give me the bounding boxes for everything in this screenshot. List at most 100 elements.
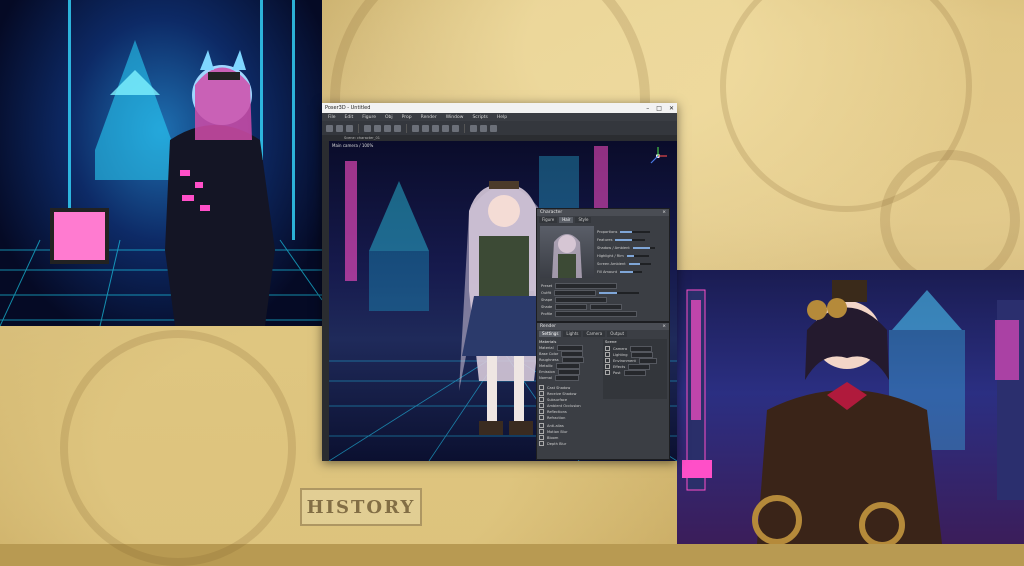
slider-row[interactable]: Proportions <box>597 229 651 234</box>
material-row[interactable]: Metallic <box>539 362 580 369</box>
field-row[interactable]: Outfit <box>541 289 640 296</box>
scene-row[interactable]: Camera <box>605 345 653 352</box>
scene-row[interactable]: Lighting <box>605 351 653 358</box>
outfit-field[interactable] <box>554 289 597 296</box>
shape-field[interactable] <box>555 296 608 303</box>
field-row[interactable]: Shape <box>541 296 608 303</box>
option-checkbox[interactable]: Ambient Occlusion <box>539 403 581 408</box>
materials-column: Materials Material Base Color Roughness … <box>539 339 601 457</box>
slider[interactable] <box>599 291 640 294</box>
tool-icon[interactable] <box>394 124 401 132</box>
option-checkbox[interactable]: Depth Blur <box>539 441 566 446</box>
tool-icon[interactable] <box>346 124 353 132</box>
character-panel-tabs: Figure Hair Style <box>537 216 669 224</box>
option-checkbox[interactable]: Cast Shadow <box>539 385 570 390</box>
character-panel[interactable]: Character × Figure Hair Style Proportion… <box>536 208 670 322</box>
preset-field[interactable] <box>555 282 618 289</box>
orientation-gizmo-icon[interactable] <box>647 145 669 167</box>
tab-camera[interactable]: Camera <box>583 331 606 337</box>
menu-obj[interactable]: Obj <box>385 115 393 120</box>
field-row[interactable]: Preset <box>541 282 618 289</box>
render-panel[interactable]: Render × Settings Lights Camera Output M… <box>536 322 670 460</box>
material-row[interactable]: Base Color <box>539 350 584 357</box>
tool-icon[interactable] <box>374 124 381 132</box>
material-row[interactable]: Normal <box>539 374 580 381</box>
tool-icon[interactable] <box>490 124 497 132</box>
tool-icon[interactable] <box>326 124 333 132</box>
slider[interactable] <box>632 246 655 249</box>
tab-hair[interactable]: Hair <box>559 217 574 223</box>
slider-row[interactable]: Fill Amount <box>597 269 643 274</box>
tool-icon[interactable] <box>432 124 439 132</box>
slider[interactable] <box>620 270 643 273</box>
app-window[interactable]: Poser3D - Untitled – □ ✕ File Edit Figur… <box>322 103 677 461</box>
material-row[interactable]: Emission <box>539 368 580 375</box>
tab-style[interactable]: Style <box>575 217 592 223</box>
tool-icon[interactable] <box>336 124 343 132</box>
minimize-button[interactable]: – <box>646 105 649 112</box>
scene-row[interactable]: Effects <box>605 363 651 370</box>
scene-row[interactable]: Environment <box>605 357 657 364</box>
render-panel-tabs: Settings Lights Camera Output <box>537 330 669 338</box>
cyber-girl-illustration <box>0 0 322 326</box>
option-checkbox[interactable]: Bloom <box>539 435 558 440</box>
close-button[interactable]: ✕ <box>669 105 674 112</box>
slider-row[interactable]: Screen Ambient <box>597 261 651 266</box>
option-checkbox[interactable]: Motion Blur <box>539 429 568 434</box>
tab-figure[interactable]: Figure <box>539 217 558 223</box>
shade-field[interactable] <box>555 303 588 310</box>
tool-icon[interactable] <box>442 124 449 132</box>
shade-field[interactable] <box>590 303 623 310</box>
character-panel-header[interactable]: Character × <box>537 209 669 216</box>
option-checkbox[interactable]: Refraction <box>539 415 565 420</box>
menu-window[interactable]: Window <box>446 115 464 120</box>
option-checkbox[interactable]: Reflections <box>539 409 567 414</box>
slider[interactable] <box>626 254 649 257</box>
scene-row[interactable]: Post <box>605 369 646 376</box>
profile-field[interactable] <box>555 310 638 317</box>
render-panel-header[interactable]: Render × <box>537 323 669 330</box>
menu-prop[interactable]: Prop <box>402 115 412 120</box>
tool-icon[interactable] <box>412 124 419 132</box>
slider[interactable] <box>628 262 651 265</box>
slider[interactable] <box>620 230 651 233</box>
menu-figure[interactable]: Figure <box>362 115 376 120</box>
menu-render[interactable]: Render <box>421 115 437 120</box>
character-panel-title: Character <box>540 210 563 215</box>
field-row[interactable]: Shade <box>541 303 623 310</box>
tab-output[interactable]: Output <box>607 331 628 337</box>
option-checkbox[interactable]: Receive Shadow <box>539 391 576 396</box>
menu-file[interactable]: File <box>328 115 336 120</box>
steampunk-girl-artwork <box>677 270 1024 544</box>
scene-field[interactable] <box>623 369 646 376</box>
tab-lights[interactable]: Lights <box>563 331 582 337</box>
left-tool-strip[interactable] <box>322 141 329 461</box>
tool-icon[interactable] <box>480 124 487 132</box>
steampunk-girl-illustration <box>682 280 1024 544</box>
material-row[interactable]: Roughness <box>539 356 584 363</box>
menu-edit[interactable]: Edit <box>345 115 354 120</box>
tool-icon[interactable] <box>384 124 391 132</box>
tool-icon[interactable] <box>364 124 371 132</box>
maximize-button[interactable]: □ <box>656 105 662 112</box>
panel-close-icon[interactable]: × <box>662 210 666 215</box>
tool-icon[interactable] <box>452 124 459 132</box>
slider-row[interactable]: Features <box>597 237 646 242</box>
field-row[interactable]: Profile <box>541 310 638 317</box>
option-checkbox[interactable]: Subsurface <box>539 397 567 402</box>
material-row[interactable]: Material <box>539 344 583 351</box>
tab-settings[interactable]: Settings <box>539 331 562 337</box>
menu-scripts[interactable]: Scripts <box>472 115 487 120</box>
title-bar[interactable]: Poser3D - Untitled – □ ✕ <box>322 103 677 113</box>
character-thumbnail-image <box>552 234 582 278</box>
document-tab-label: Scene: character_01 <box>344 136 380 140</box>
slider-row[interactable]: Shadow / Ambient <box>597 245 655 250</box>
slider[interactable] <box>615 238 646 241</box>
slider-row[interactable]: Highlight / Rim <box>597 253 649 258</box>
tool-icon[interactable] <box>422 124 429 132</box>
menu-help[interactable]: Help <box>497 115 507 120</box>
option-checkbox[interactable]: Anti-alias <box>539 423 564 428</box>
panel-close-icon[interactable]: × <box>662 324 666 329</box>
tool-icon[interactable] <box>470 124 477 132</box>
material-field[interactable] <box>555 374 580 381</box>
